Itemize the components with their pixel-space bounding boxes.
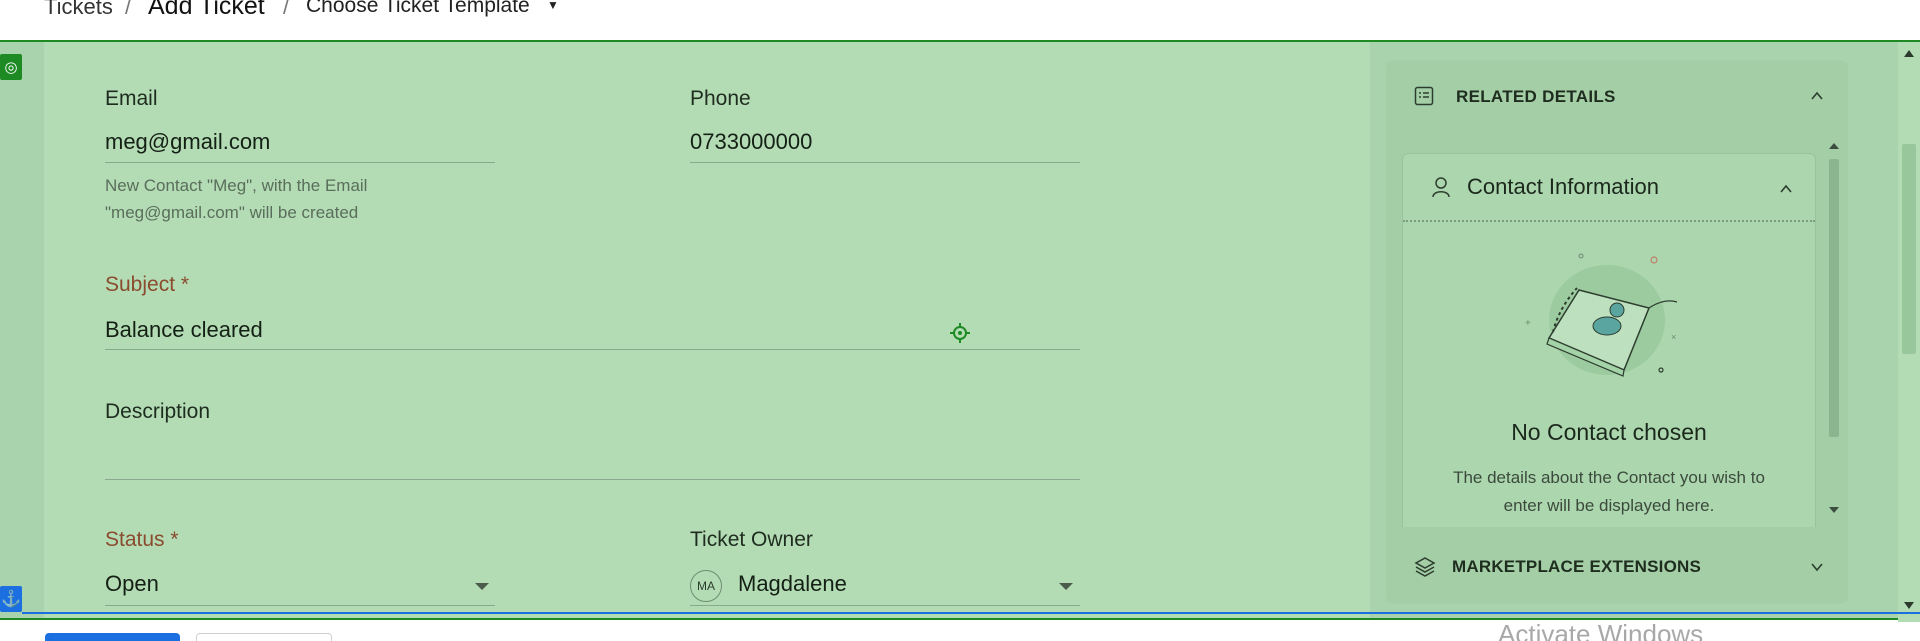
details-list-icon: [1414, 86, 1434, 106]
activate-windows-watermark: Activate Windows: [1498, 619, 1704, 641]
form-overlay: ◎ Email meg@gmail.com New Contact "Meg",…: [0, 40, 1920, 622]
avatar-initials: MA: [697, 579, 715, 593]
related-details-scroll[interactable]: Contact Information + × No Contact chose…: [1386, 135, 1848, 527]
subject-label: Subject *: [105, 273, 190, 296]
chevron-up-icon[interactable]: [1779, 182, 1793, 196]
submit-button[interactable]: [45, 633, 180, 641]
chevron-up-icon[interactable]: [1810, 89, 1824, 103]
svg-text:+: +: [1525, 318, 1531, 329]
status-caret-down-icon[interactable]: [475, 583, 489, 590]
breadcrumb-tickets-link[interactable]: Tickets: [44, 0, 113, 20]
ticket-owner-select[interactable]: Magdalene: [738, 571, 847, 597]
contact-information-card: Contact Information + × No Contact chose…: [1402, 153, 1816, 527]
marketplace-extensions-header[interactable]: MARKETPLACE EXTENSIONS: [1386, 532, 1848, 604]
panel-scrollbar[interactable]: [1824, 135, 1842, 525]
status-select[interactable]: Open: [105, 571, 159, 597]
related-details-panel: RELATED DETAILS Contact Information + × …: [1386, 60, 1848, 604]
page-scrollbar[interactable]: [1898, 42, 1920, 622]
avatar: MA: [690, 570, 722, 602]
email-label: Email: [105, 87, 158, 110]
left-gutter: [0, 42, 44, 618]
phone-label: Phone: [690, 87, 751, 110]
svg-text:×: ×: [1671, 332, 1676, 342]
status-label: Status *: [105, 528, 179, 551]
empty-state-description: The details about the Contact you wish t…: [1453, 468, 1765, 515]
crosshair-icon[interactable]: [950, 323, 970, 343]
empty-state-title: No Contact chosen: [1511, 419, 1707, 445]
layers-icon: [1414, 557, 1436, 577]
scroll-up-arrow-icon[interactable]: [1829, 143, 1839, 149]
page: Tickets / Add Ticket / Choose Ticket Tem…: [0, 0, 1920, 641]
owner-underline: [690, 605, 1080, 606]
description-underline: [105, 479, 1080, 480]
email-hint: New Contact "Meg", with the Email "meg@g…: [105, 176, 368, 222]
description-label: Description: [105, 400, 211, 423]
phone-underline: [690, 162, 1080, 163]
scroll-down-arrow-icon[interactable]: [1829, 507, 1839, 513]
template-selector[interactable]: Choose Ticket Template: [306, 0, 530, 18]
empty-contact-illustration: + ×: [1525, 253, 1678, 377]
marketplace-extensions-title: MARKETPLACE EXTENSIONS: [1452, 557, 1702, 576]
subject-field[interactable]: Balance cleared: [105, 317, 263, 343]
scroll-up-arrow-icon[interactable]: [1904, 50, 1914, 57]
page-title: Add Ticket: [148, 0, 265, 20]
status-underline: [105, 605, 495, 606]
phone-field[interactable]: 0733000000: [690, 129, 812, 155]
contact-information-title: Contact Information: [1467, 174, 1659, 199]
ticket-owner-label: Ticket Owner: [690, 528, 813, 551]
scroll-thumb[interactable]: [1902, 144, 1916, 354]
related-details-title: RELATED DETAILS: [1456, 87, 1616, 106]
breadcrumb-separator: /: [283, 0, 290, 19]
related-details-header[interactable]: RELATED DETAILS: [1386, 60, 1848, 135]
cancel-button[interactable]: [196, 633, 332, 641]
person-icon: [1432, 177, 1450, 198]
scroll-down-arrow-icon[interactable]: [1904, 602, 1914, 609]
email-underline: [105, 162, 495, 163]
target-badge-icon: ◎: [0, 54, 22, 80]
caret-down-icon[interactable]: ▼: [547, 0, 559, 12]
email-field[interactable]: meg@gmail.com: [105, 129, 270, 155]
scroll-thumb[interactable]: [1829, 159, 1839, 437]
anchor-icon: ⚓: [0, 586, 22, 612]
chevron-down-icon[interactable]: [1810, 560, 1824, 574]
subject-underline: [105, 349, 1080, 350]
breadcrumb-separator: /: [125, 0, 132, 19]
breadcrumb: Tickets / Add Ticket / Choose Ticket Tem…: [0, 0, 1920, 40]
owner-caret-down-icon[interactable]: [1059, 583, 1073, 590]
blue-guide-line: [22, 612, 1920, 614]
divider: [1403, 220, 1815, 222]
